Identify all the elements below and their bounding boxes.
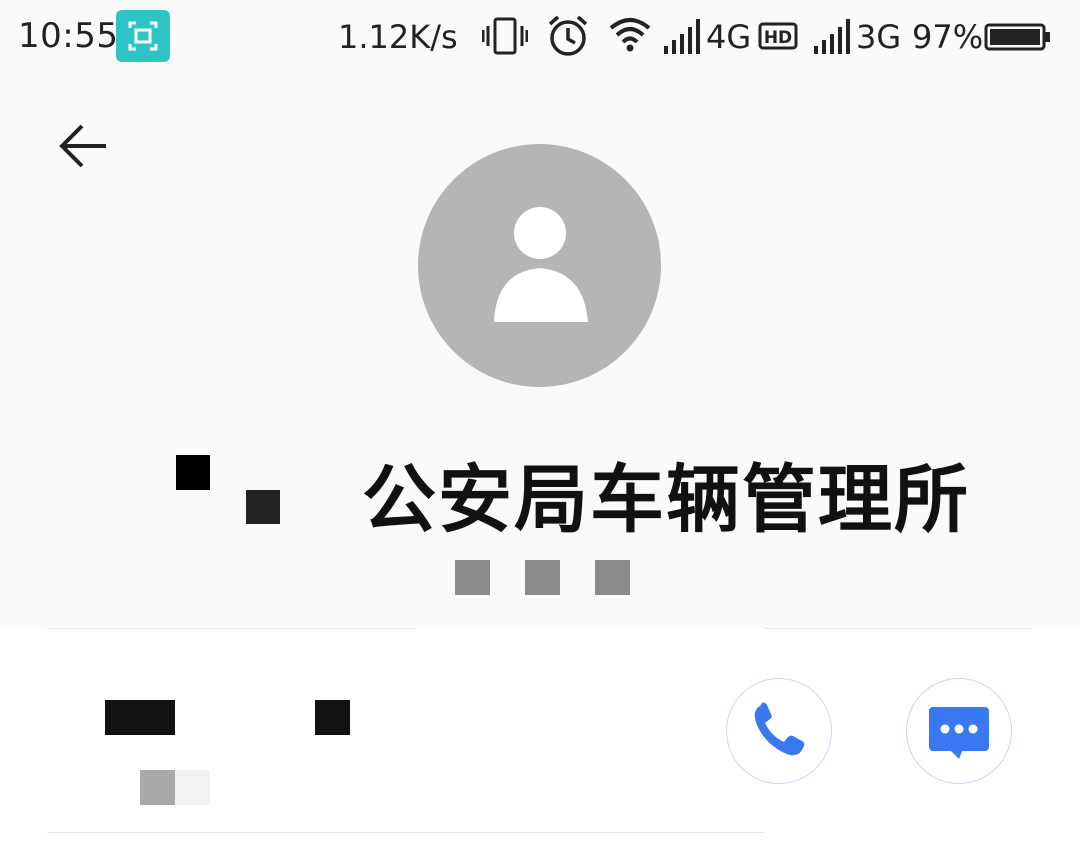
sim2-network-type: 3G (856, 18, 902, 56)
network-speed: 1.12K/s (338, 18, 458, 56)
phone-label-redaction (140, 770, 175, 805)
screenshot-icon (116, 10, 170, 62)
contact-name: 公安局车辆管理所 (362, 457, 970, 543)
hd-icon: HD (758, 22, 798, 54)
vibrate-icon (481, 14, 529, 62)
arrow-left-icon (59, 124, 106, 168)
divider (765, 628, 1032, 629)
svg-text:HD: HD (764, 28, 792, 48)
battery-percent: 97% (912, 18, 984, 56)
status-bar: 10:55 1.12K/s 4G HD 3G 97% (0, 0, 1080, 75)
contact-avatar (418, 144, 661, 387)
phone-number-redaction (105, 700, 175, 735)
status-time: 10:55 (18, 16, 119, 56)
person-placeholder-icon (494, 207, 588, 322)
message-button[interactable] (906, 678, 1012, 784)
sim1-network-type: 4G (706, 18, 752, 56)
battery-icon (984, 22, 1054, 56)
divider (47, 832, 763, 833)
message-bubble-icon (929, 707, 989, 759)
back-button[interactable] (56, 118, 112, 174)
phone-number-redaction (315, 700, 350, 735)
phone-label-redaction (175, 770, 210, 805)
signal-icon (662, 14, 706, 62)
wifi-icon (608, 14, 652, 60)
call-button[interactable] (726, 678, 832, 784)
divider (47, 628, 415, 629)
alarm-icon (546, 14, 590, 62)
signal-icon (812, 14, 856, 62)
phone-icon (754, 702, 805, 756)
